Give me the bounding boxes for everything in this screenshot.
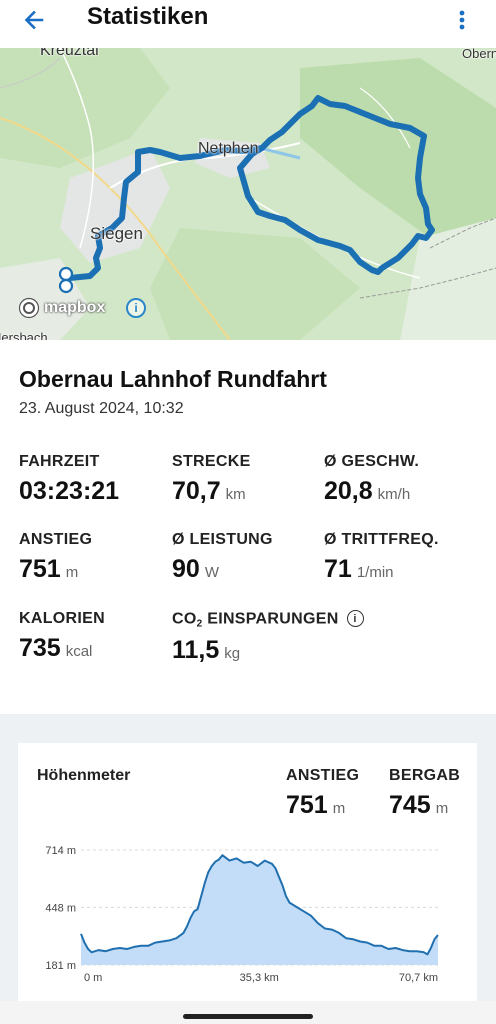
stat-co2: CO2 EINSPARUNGEN i 11,5 kg [172, 610, 364, 665]
stat-label: KALORIEN [19, 610, 105, 627]
stat-fahrzeit: FAHRZEIT 03:23:21 [19, 453, 119, 506]
y-tick-label: 714 m [45, 845, 76, 857]
x-tick-label: 70,7 km [399, 972, 438, 984]
stat-unit: km/h [377, 486, 411, 503]
stat-unit: kcal [65, 643, 93, 660]
stat-value: 11,5 [172, 635, 220, 664]
y-tick-label: 181 m [45, 960, 76, 972]
map-label-kreuztal: Kreuztal [40, 48, 99, 59]
elevation-area [81, 855, 438, 965]
stat-value: 90 [172, 555, 200, 583]
stat-value: 735 [19, 634, 61, 662]
info-icon: i [353, 612, 357, 625]
stat-value: 03:23:21 [19, 477, 120, 505]
start-marker [58, 266, 74, 282]
map-info-button[interactable]: i [126, 298, 146, 318]
stat-unit: kg [224, 644, 241, 662]
stat-unit: m [65, 564, 79, 581]
map-label-netphen: Netphen [198, 140, 259, 157]
more-vertical-icon [459, 10, 465, 30]
ride-date: 23. August 2024, 10:32 [19, 400, 184, 417]
stat-label: CO2 EINSPARUNGEN i [172, 610, 364, 630]
arrow-left-icon [24, 10, 44, 30]
stat-kalorien: KALORIEN 735 kcal [19, 610, 105, 663]
x-tick-label: 0 m [84, 972, 102, 984]
stats-panel: Obernau Lahnhof Rundfahrt 23. August 202… [0, 340, 496, 714]
stat-label: ANSTIEG [19, 531, 93, 548]
stat-label: Ø GESCHW. [324, 453, 420, 470]
stat-unit: W [204, 564, 219, 581]
stat-value: 751 [19, 555, 61, 583]
app-bar: Statistiken [0, 0, 496, 48]
system-navigation-bar [0, 1001, 496, 1024]
stat-unit: 1/min [356, 564, 394, 581]
back-button[interactable] [18, 4, 50, 36]
page-title: Statistiken [87, 3, 209, 30]
mapbox-icon [18, 297, 40, 319]
stat-unit: km [225, 486, 246, 503]
elevation-chart[interactable]: 714 m 448 m 181 m 0 m 35,3 km 70,7 km [18, 743, 477, 1001]
elevation-card: Höhenmeter ANSTIEG 751 m BERGAB 745 m 714 … [18, 743, 477, 1001]
home-indicator[interactable] [183, 1014, 313, 1019]
stat-label: Ø TRITTFREQ. [324, 531, 439, 548]
end-marker [58, 278, 74, 294]
route-map[interactable]: Kreuztal Netphen Siegen Obern Hersbach m… [0, 48, 496, 340]
stat-strecke: STRECKE 70,7 km [172, 453, 251, 506]
stat-trittfreq: Ø TRITTFREQ. 71 1/min [324, 531, 439, 584]
map-label-hersbach: Hersbach [0, 330, 48, 340]
stat-label: STRECKE [172, 453, 251, 470]
more-options-button[interactable] [446, 4, 478, 36]
ride-title: Obernau Lahnhof Rundfahrt [19, 366, 327, 392]
x-tick-label: 35,3 km [240, 972, 279, 984]
map-label-obern: Obern [462, 48, 496, 61]
stat-label: FAHRZEIT [19, 453, 100, 470]
y-tick-label: 448 m [45, 902, 76, 914]
mapbox-attribution: mapbox [44, 299, 106, 316]
stat-value: 20,8 [324, 477, 373, 505]
mapbox-logo: mapbox [18, 296, 105, 320]
stat-value: 70,7 [172, 477, 221, 505]
co2-info-button[interactable]: i [346, 610, 364, 627]
stat-anstieg: ANSTIEG 751 m [19, 531, 92, 584]
info-icon: i [134, 301, 138, 315]
map-label-siegen: Siegen [90, 224, 143, 243]
stat-leistung: Ø LEISTUNG 90 W [172, 531, 273, 584]
stat-value: 71 [324, 555, 352, 583]
stat-label: Ø LEISTUNG [172, 531, 273, 548]
stat-geschw: Ø GESCHW. 20,8 km/h [324, 453, 419, 506]
